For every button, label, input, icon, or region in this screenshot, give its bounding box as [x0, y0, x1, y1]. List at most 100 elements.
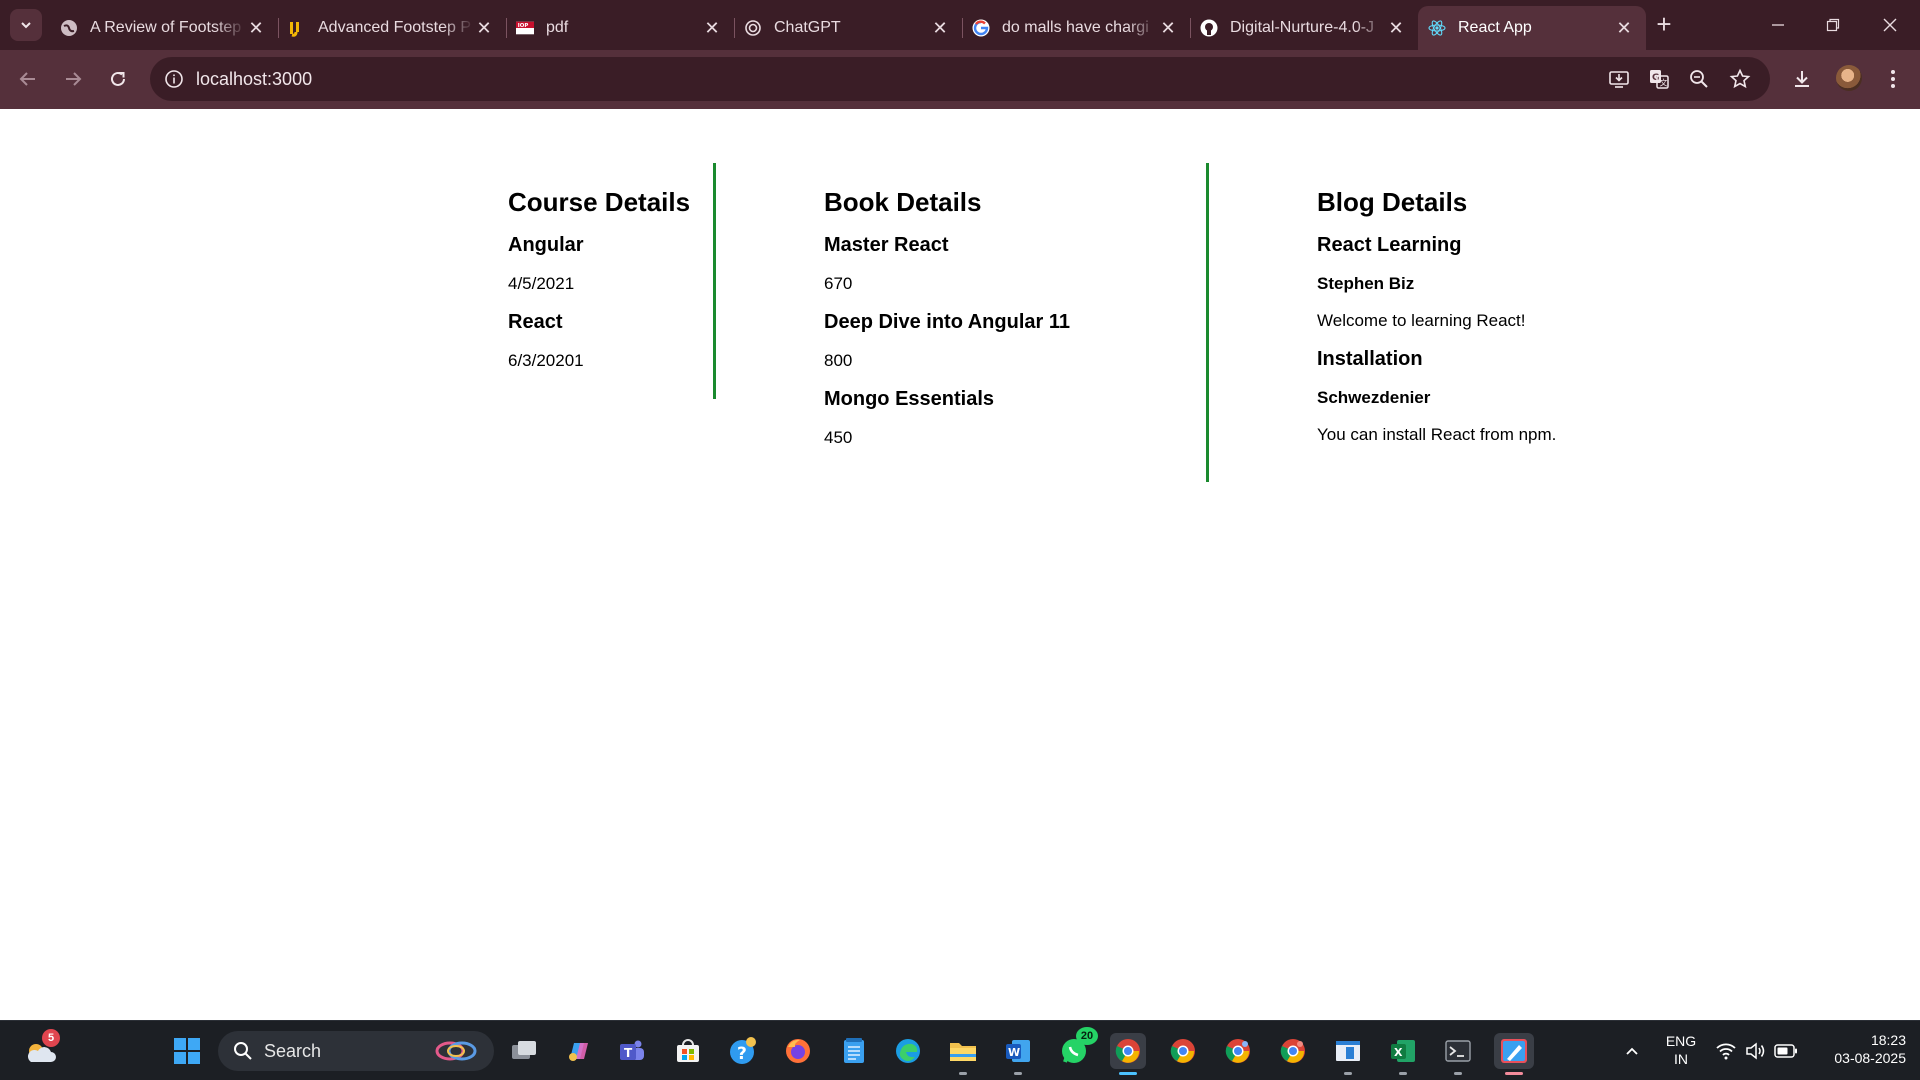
battery-status[interactable] — [1768, 1033, 1804, 1069]
close-window-button[interactable] — [1875, 10, 1905, 40]
tab-search-button[interactable] — [10, 9, 42, 41]
chatgpt-icon — [744, 19, 762, 37]
chrome-icon — [1225, 1039, 1250, 1063]
profile-avatar[interactable] — [1836, 65, 1862, 91]
close-icon[interactable]: ✕ — [1158, 18, 1178, 38]
word-app[interactable]: W — [1000, 1033, 1036, 1075]
svg-text:G: G — [1652, 73, 1659, 83]
google-icon — [972, 19, 990, 37]
task-view-button[interactable] — [506, 1033, 542, 1069]
firefox-app[interactable] — [780, 1033, 816, 1069]
book-details-section: Book Details Master React 670 Deep Dive … — [824, 163, 1209, 482]
edge-icon — [896, 1039, 920, 1063]
url-text[interactable]: localhost:3000 — [196, 69, 312, 90]
edge-app[interactable] — [890, 1033, 926, 1069]
more-vertical-icon — [1891, 70, 1895, 88]
terminal-app[interactable] — [1440, 1033, 1476, 1075]
downloads-button[interactable] — [1789, 66, 1815, 92]
clock[interactable]: 18:23 03-08-2025 — [1810, 1031, 1906, 1067]
back-button[interactable] — [13, 64, 43, 94]
tray-overflow-button[interactable] — [1614, 1033, 1650, 1069]
svg-text:W: W — [1008, 1046, 1020, 1059]
new-tab-button[interactable]: + — [1652, 11, 1676, 37]
translate-icon[interactable]: G文 — [1648, 68, 1670, 90]
zoom-icon[interactable] — [1688, 68, 1710, 90]
speaker-icon — [1746, 1042, 1765, 1060]
install-app-icon[interactable] — [1608, 68, 1630, 90]
close-icon[interactable]: ✕ — [246, 18, 266, 38]
close-icon[interactable]: ✕ — [1386, 18, 1406, 38]
book-name: Master React — [824, 234, 949, 256]
svg-text:X: X — [1394, 1046, 1403, 1059]
book-price: 800 — [824, 351, 853, 370]
tab-react-app[interactable]: React App ✕ — [1418, 6, 1646, 50]
notepad-icon — [844, 1038, 864, 1063]
search-label: Search — [264, 1041, 322, 1061]
help-app[interactable]: ? — [725, 1033, 761, 1069]
close-icon[interactable]: ✕ — [702, 18, 722, 38]
tab-chatgpt[interactable]: ChatGPT ✕ — [734, 6, 962, 50]
whatsapp-badge: 20 — [1076, 1027, 1098, 1045]
weather-widget[interactable]: 5 — [22, 1029, 60, 1069]
close-icon[interactable]: ✕ — [474, 18, 494, 38]
blog-content: You can install React from npm. — [1317, 425, 1557, 444]
tab-github-nurture[interactable]: Digital-Nurture-4.0-J ✕ — [1190, 6, 1418, 50]
copilot-app[interactable] — [560, 1033, 596, 1069]
tab-review-footstep[interactable]: A Review of Footstep ✕ — [50, 6, 278, 50]
paint-icon — [1501, 1039, 1527, 1063]
course-name: Angular — [508, 234, 584, 256]
terminal-icon — [1445, 1040, 1471, 1062]
running-indicator — [1014, 1072, 1022, 1075]
teams-icon: T — [620, 1040, 644, 1060]
taskbar-search[interactable]: Search — [218, 1031, 494, 1071]
file-explorer-app[interactable] — [945, 1033, 981, 1075]
book-price: 450 — [824, 428, 853, 447]
tab-google-malls[interactable]: do malls have chargi ✕ — [962, 6, 1190, 50]
close-icon[interactable]: ✕ — [1614, 18, 1634, 38]
book-name: Deep Dive into Angular 11 — [824, 311, 1070, 333]
teams-app[interactable]: T — [614, 1033, 650, 1069]
close-icon[interactable]: ✕ — [930, 18, 950, 38]
tab-pdf[interactable]: IOP pdf ✕ — [506, 6, 734, 50]
reload-icon — [111, 71, 125, 86]
chrome-profile-app[interactable] — [1165, 1033, 1201, 1069]
excel-app[interactable]: X — [1385, 1033, 1421, 1075]
help-icon: ? — [730, 1037, 756, 1064]
store-app[interactable] — [670, 1033, 706, 1069]
restore-button[interactable] — [1818, 10, 1848, 40]
notepad-app[interactable] — [836, 1033, 872, 1069]
blog-title: React Learning — [1317, 234, 1462, 256]
chrome-profile-app[interactable] — [1275, 1033, 1311, 1069]
app-window[interactable] — [1330, 1033, 1366, 1075]
chrome-profile-app[interactable] — [1220, 1033, 1256, 1069]
paint-app[interactable] — [1494, 1033, 1534, 1075]
browser-menu-button[interactable] — [1880, 66, 1906, 92]
course-date: 6/3/20201 — [508, 351, 584, 370]
download-icon — [1795, 71, 1809, 87]
forward-button[interactable] — [58, 64, 88, 94]
address-bar[interactable]: localhost:3000 G文 — [150, 57, 1770, 101]
tab-strip: A Review of Footstep ✕ Advanced Footstep… — [50, 6, 1646, 50]
tab-title: Advanced Footstep P — [318, 19, 471, 36]
search-icon — [234, 1042, 252, 1060]
svg-text:?: ? — [737, 1044, 747, 1064]
minimize-button[interactable] — [1763, 10, 1793, 40]
task-view-icon — [512, 1041, 536, 1059]
tab-advanced-footstep[interactable]: Advanced Footstep P ✕ — [278, 6, 506, 50]
react-icon — [1428, 19, 1446, 37]
site-info-icon[interactable] — [164, 69, 184, 89]
whatsapp-app[interactable]: 20 — [1056, 1027, 1098, 1069]
start-button[interactable] — [169, 1033, 205, 1069]
globe-icon — [60, 19, 78, 37]
active-indicator — [1505, 1072, 1523, 1075]
svg-text:T: T — [624, 1046, 633, 1060]
arrow-right-icon — [66, 72, 82, 86]
bookmark-star-icon[interactable] — [1729, 68, 1751, 90]
running-indicator — [1399, 1072, 1407, 1075]
tab-title: Digital-Nurture-4.0-J — [1230, 19, 1375, 36]
wifi-icon — [1716, 1043, 1736, 1060]
input-language[interactable]: ENG IN — [1664, 1032, 1698, 1068]
copilot-icon — [569, 1043, 588, 1061]
chrome-app-active[interactable] — [1110, 1033, 1146, 1075]
reload-button[interactable] — [103, 64, 133, 94]
